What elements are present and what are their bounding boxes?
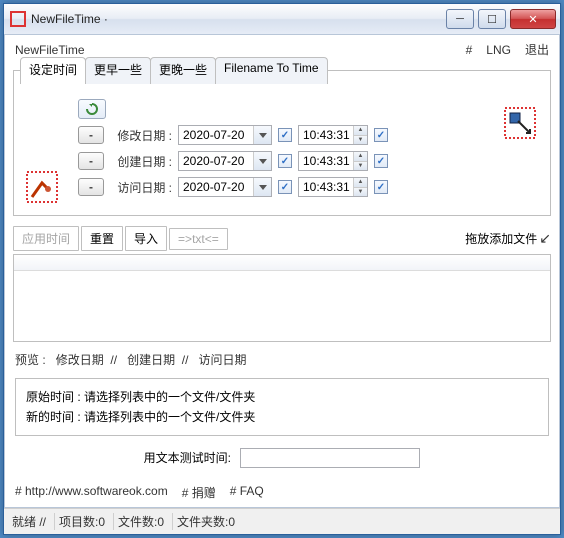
mod-time-check[interactable]: [374, 128, 388, 142]
chevron-up-icon[interactable]: ▲: [353, 178, 367, 188]
chevron-down-icon[interactable]: ▼: [353, 136, 367, 145]
access-date-check[interactable]: [278, 180, 292, 194]
status-bar: 就绪 // 项目数:0 文件数:0 文件夹数:0: [4, 508, 560, 534]
pick-time-icon[interactable]: [504, 107, 536, 139]
create-date-label: 创建日期 :: [110, 153, 172, 170]
donate-link[interactable]: # 捐赠: [182, 484, 216, 501]
clear-create-button[interactable]: -: [78, 152, 104, 170]
stamp-tool-icon[interactable]: [26, 171, 58, 203]
chevron-up-icon[interactable]: ▲: [353, 152, 367, 162]
calendar-icon[interactable]: [253, 126, 271, 144]
tab-filename-to-time[interactable]: Filename To Time: [215, 57, 327, 84]
window-title: NewFileTime ·: [31, 12, 446, 26]
test-time-input[interactable]: [240, 448, 420, 468]
calendar-icon[interactable]: [253, 152, 271, 170]
app-icon: [10, 11, 26, 27]
close-button[interactable]: ✕: [510, 9, 556, 29]
menu-lng[interactable]: LNG: [486, 43, 511, 57]
chevron-up-icon[interactable]: ▲: [353, 126, 367, 136]
access-date-label: 访问日期 :: [110, 179, 172, 196]
info-box: 原始时间 : 请选择列表中的一个文件/文件夹 新的时间 : 请选择列表中的一个文…: [15, 378, 549, 436]
tab-set-time[interactable]: 设定时间: [20, 57, 86, 84]
calendar-icon[interactable]: [253, 178, 271, 196]
drag-arrow-icon: ↙: [539, 230, 551, 247]
mod-date-label: 修改日期 :: [110, 127, 172, 144]
reset-button[interactable]: 重置: [81, 226, 123, 251]
import-button[interactable]: 导入: [125, 226, 167, 251]
mod-date-check[interactable]: [278, 128, 292, 142]
test-time-label: 用文本测试时间:: [144, 451, 231, 465]
app-name-label[interactable]: NewFileTime: [15, 43, 85, 57]
export-txt-button[interactable]: =>txt<=: [169, 228, 228, 250]
clear-mod-button[interactable]: -: [78, 126, 104, 144]
file-list[interactable]: [13, 254, 551, 342]
tab-earlier[interactable]: 更早一些: [85, 57, 151, 84]
create-date-check[interactable]: [278, 154, 292, 168]
apply-time-button[interactable]: 应用时间: [13, 226, 79, 251]
chevron-down-icon[interactable]: ▼: [353, 188, 367, 197]
website-link[interactable]: # http://www.softwareok.com: [15, 484, 168, 501]
menu-exit[interactable]: 退出: [525, 41, 549, 58]
faq-link[interactable]: # FAQ: [230, 484, 264, 501]
access-time-check[interactable]: [374, 180, 388, 194]
refresh-now-button[interactable]: [78, 99, 106, 119]
titlebar[interactable]: NewFileTime · ─ ☐ ✕: [4, 4, 560, 34]
create-time-check[interactable]: [374, 154, 388, 168]
preview-bar: 预览 : 修改日期 // 创建日期 // 访问日期: [5, 345, 559, 374]
minimize-button[interactable]: ─: [446, 9, 474, 29]
maximize-button[interactable]: ☐: [478, 9, 506, 29]
tab-later[interactable]: 更晚一些: [150, 57, 216, 84]
drag-drop-label: 拖放添加文件: [465, 230, 537, 247]
chevron-down-icon[interactable]: ▼: [353, 162, 367, 171]
time-panel: 设定时间 更早一些 更晚一些 Filename To Time: [13, 70, 551, 216]
menu-hash[interactable]: #: [466, 43, 473, 57]
clear-access-button[interactable]: -: [78, 178, 104, 196]
